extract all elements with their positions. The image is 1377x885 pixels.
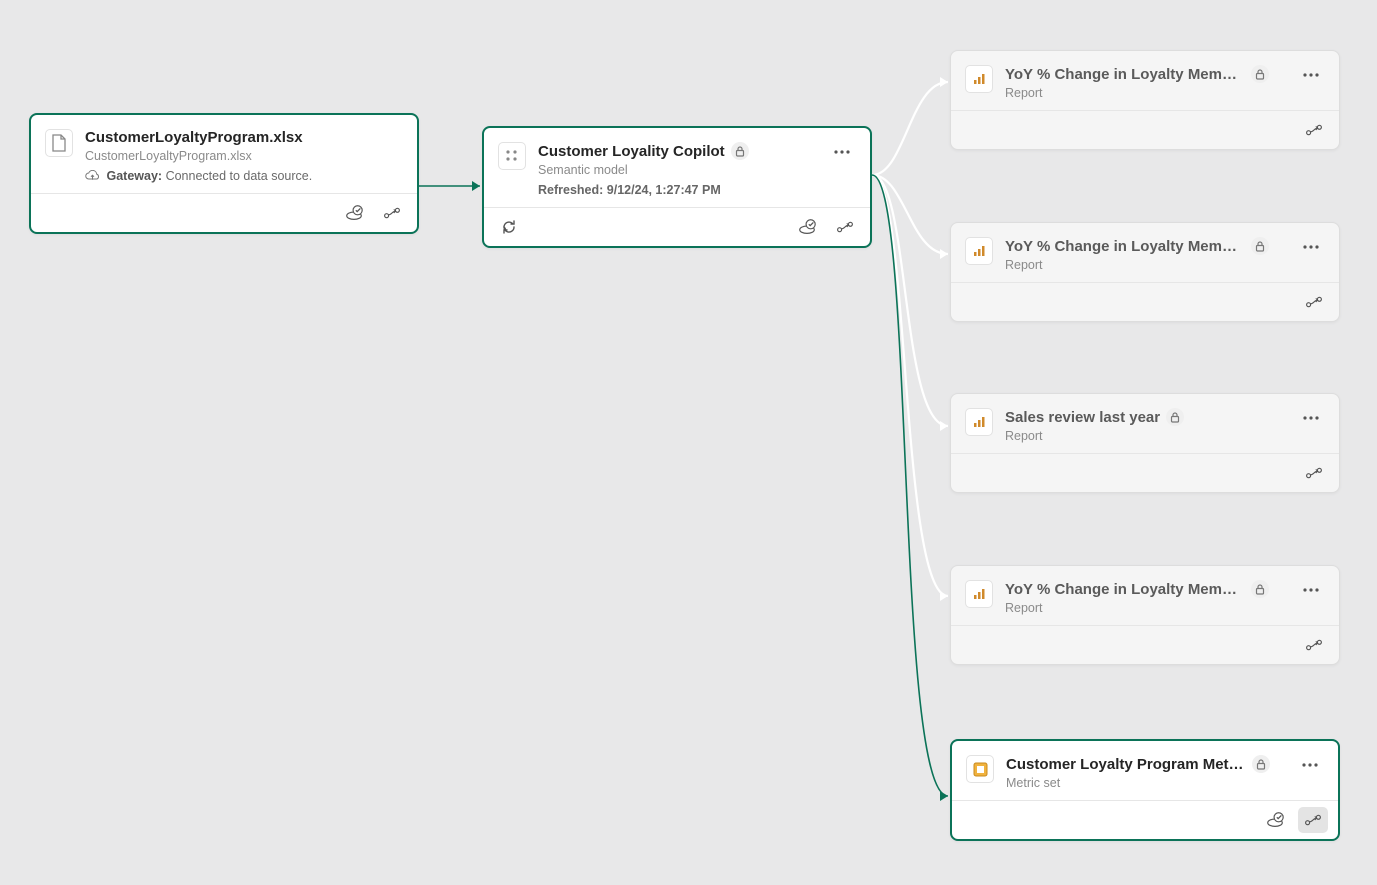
source-gateway: Gateway: Connected to data source. bbox=[85, 169, 403, 183]
lineage-icon-button[interactable] bbox=[1299, 632, 1329, 658]
lock-icon bbox=[1166, 408, 1184, 426]
downstream-title: YoY % Change in Loyalty Members bbox=[1005, 581, 1245, 598]
report-icon bbox=[965, 580, 993, 608]
node-source-file[interactable]: CustomerLoyaltyProgram.xlsx CustomerLoya… bbox=[29, 113, 419, 234]
lock-icon bbox=[731, 142, 749, 160]
owner-icon-button[interactable] bbox=[339, 200, 369, 226]
report-icon bbox=[965, 65, 993, 93]
lineage-icon-button[interactable] bbox=[1299, 117, 1329, 143]
lineage-icon-button[interactable] bbox=[377, 200, 407, 226]
downstream-type: Report bbox=[1005, 258, 1285, 272]
more-menu-button[interactable] bbox=[1297, 408, 1325, 428]
refresh-button[interactable] bbox=[494, 214, 524, 240]
downstream-title: YoY % Change in Loyalty Members bbox=[1005, 66, 1245, 83]
model-subtitle: Semantic model bbox=[538, 163, 816, 177]
downstream-type: Report bbox=[1005, 86, 1285, 100]
more-menu-button[interactable] bbox=[1297, 580, 1325, 600]
more-menu-button[interactable] bbox=[828, 142, 856, 162]
owner-icon-button[interactable] bbox=[1260, 807, 1290, 833]
file-icon bbox=[45, 129, 73, 157]
downstream-title: YoY % Change in Loyalty Members bbox=[1005, 238, 1245, 255]
lock-icon bbox=[1251, 65, 1269, 83]
lock-icon bbox=[1251, 237, 1269, 255]
downstream-type: Report bbox=[1005, 601, 1285, 615]
downstream-title: Customer Loyalty Program Metri… bbox=[1006, 756, 1246, 773]
model-refreshed: Refreshed: 9/12/24, 1:27:47 PM bbox=[538, 183, 816, 197]
lock-icon bbox=[1252, 755, 1270, 773]
lineage-icon-button[interactable] bbox=[1299, 460, 1329, 486]
more-menu-button[interactable] bbox=[1297, 237, 1325, 257]
lineage-icon-button[interactable] bbox=[1299, 289, 1329, 315]
source-title: CustomerLoyaltyProgram.xlsx bbox=[85, 129, 303, 146]
metric-set-icon bbox=[966, 755, 994, 783]
node-semantic-model[interactable]: Customer Loyality Copilot Semantic model… bbox=[482, 126, 872, 248]
node-downstream-4[interactable]: Customer Loyalty Program Metri… Metric se… bbox=[950, 739, 1340, 841]
node-downstream-3[interactable]: YoY % Change in Loyalty Members Report bbox=[950, 565, 1340, 665]
source-subtitle: CustomerLoyaltyProgram.xlsx bbox=[85, 149, 403, 163]
model-title: Customer Loyality Copilot bbox=[538, 143, 725, 160]
downstream-type: Metric set bbox=[1006, 776, 1284, 790]
report-icon bbox=[965, 408, 993, 436]
owner-icon-button[interactable] bbox=[792, 214, 822, 240]
lock-icon bbox=[1251, 580, 1269, 598]
lineage-icon-button[interactable] bbox=[1298, 807, 1328, 833]
downstream-type: Report bbox=[1005, 429, 1285, 443]
report-icon bbox=[965, 237, 993, 265]
node-downstream-2[interactable]: Sales review last year Report bbox=[950, 393, 1340, 493]
more-menu-button[interactable] bbox=[1297, 65, 1325, 85]
downstream-title: Sales review last year bbox=[1005, 409, 1160, 426]
dataset-icon bbox=[498, 142, 526, 170]
node-downstream-1[interactable]: YoY % Change in Loyalty Members Report bbox=[950, 222, 1340, 322]
node-downstream-0[interactable]: YoY % Change in Loyalty Members Report bbox=[950, 50, 1340, 150]
lineage-icon-button[interactable] bbox=[830, 214, 860, 240]
more-menu-button[interactable] bbox=[1296, 755, 1324, 775]
